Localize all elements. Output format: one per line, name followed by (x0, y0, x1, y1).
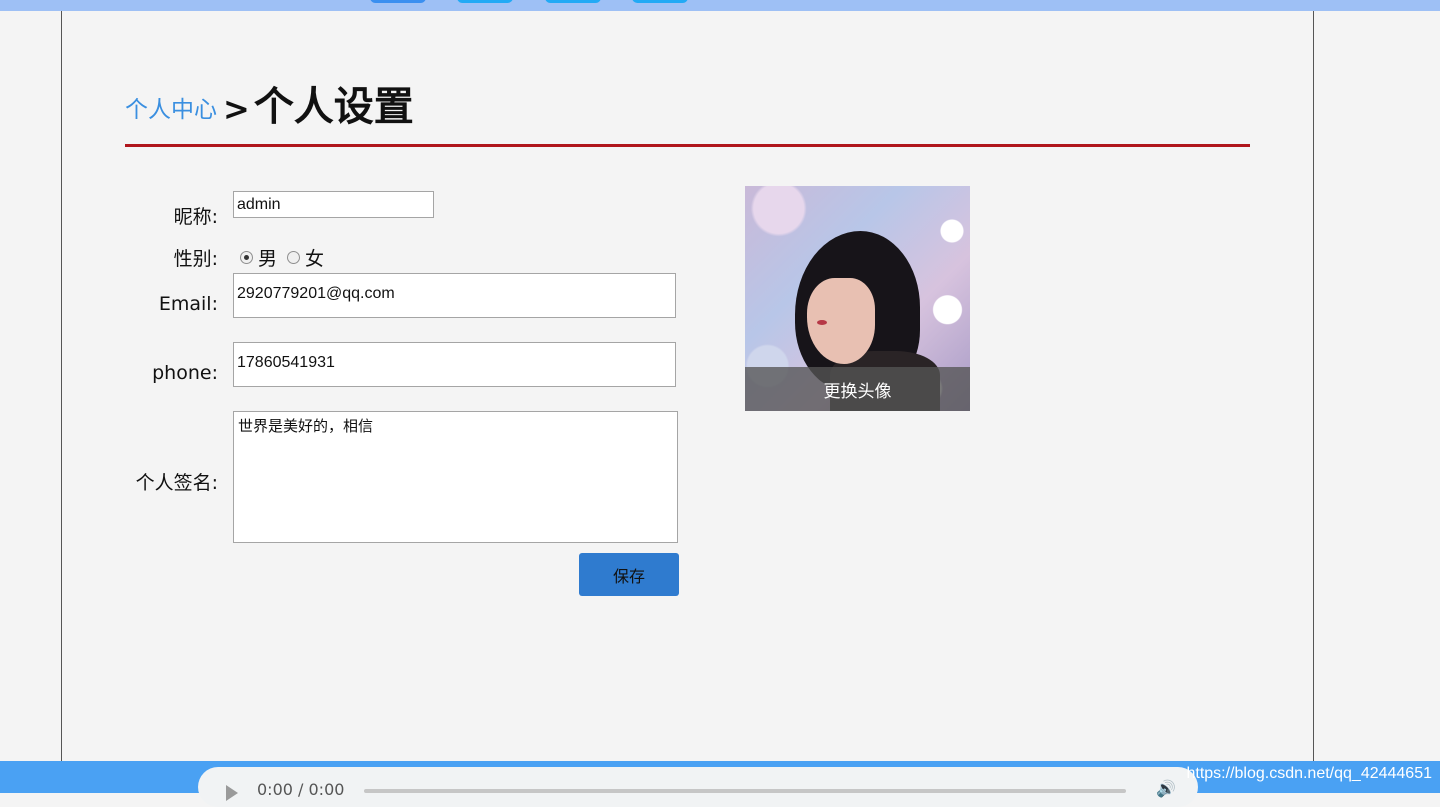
breadcrumb-separator: > (223, 90, 250, 128)
signature-label: 个人签名: (135, 472, 218, 494)
top-nav-pill[interactable] (545, 0, 601, 3)
nickname-label: 昵称: (173, 206, 218, 228)
nickname-input[interactable] (233, 191, 434, 218)
content-border-right (1313, 11, 1314, 793)
watermark: https://blog.csdn.net/qq_42444651 (1186, 765, 1432, 782)
avatar[interactable]: 更换头像 (745, 186, 970, 411)
page-title: 个人设置 (253, 84, 414, 130)
gender-label: 性别: (173, 248, 218, 270)
top-nav-pill[interactable] (370, 0, 426, 3)
gender-option-female-label: 女 (305, 248, 325, 270)
signature-textarea[interactable]: 世界是美好的，相信 (233, 411, 678, 543)
content-border-left (61, 11, 62, 793)
save-button[interactable]: 保存 (579, 553, 679, 596)
gender-radio-male[interactable] (240, 251, 253, 264)
email-label: Email: (158, 293, 218, 315)
gender-radio-group: 男 女 (240, 244, 324, 271)
audio-player: 0:00 / 0:00 🔊 (198, 767, 1198, 807)
gender-option-male-label: 男 (258, 248, 278, 270)
breadcrumb-link-personal-center[interactable]: 个人中心 (125, 90, 217, 124)
title-divider (125, 144, 1250, 147)
top-nav-pill[interactable] (457, 0, 513, 3)
breadcrumb: 个人中心 > 个人设置 (125, 72, 414, 132)
phone-input[interactable] (233, 342, 676, 387)
gender-radio-female[interactable] (287, 251, 301, 264)
top-bar (0, 0, 1440, 11)
top-nav-pill[interactable] (632, 0, 688, 3)
email-input[interactable] (233, 273, 676, 318)
avatar-image-lip (817, 320, 827, 325)
change-avatar-button[interactable]: 更换头像 (745, 367, 970, 411)
play-icon[interactable] (226, 785, 238, 801)
audio-progress-track[interactable] (364, 789, 1126, 793)
volume-icon[interactable]: 🔊 (1156, 781, 1176, 797)
audio-time: 0:00 / 0:00 (257, 780, 345, 799)
phone-label: phone: (152, 362, 218, 384)
